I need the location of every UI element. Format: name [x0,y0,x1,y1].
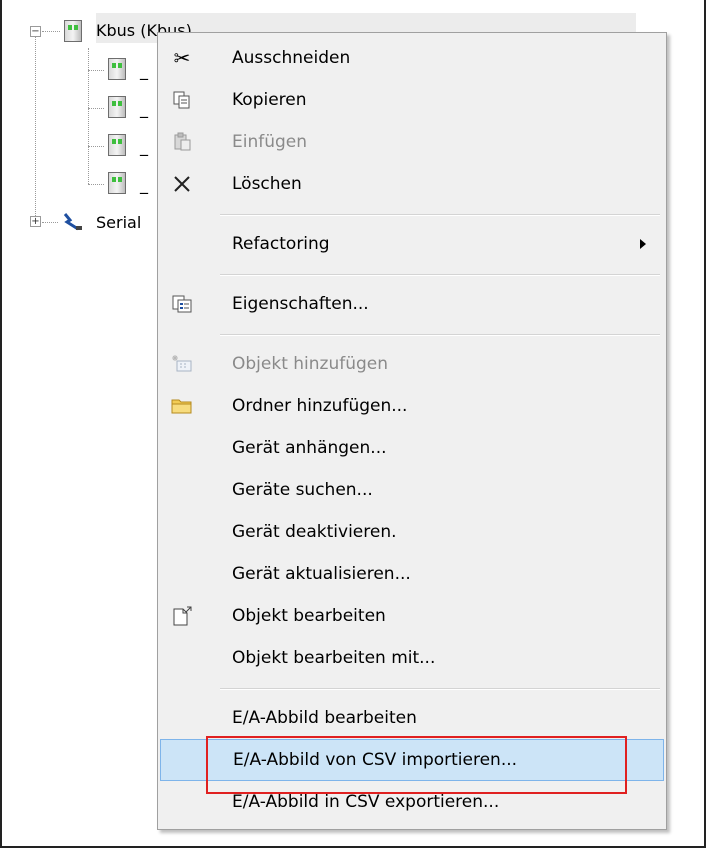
tree-node-label: _ [140,98,148,118]
menu-item-label: Gerät anhängen... [232,438,387,458]
menu-item-add-object[interactable]: Objekt hinzufügen [160,343,664,385]
tree-connector [88,146,104,147]
menu-item-scan-devices[interactable]: Geräte suchen... [160,469,664,511]
add-object-icon [168,350,196,378]
tree-connector [88,48,89,184]
device-icon [108,172,126,194]
menu-item-label: Einfügen [232,132,308,152]
properties-icon [168,290,196,318]
collapse-toggle[interactable]: − [30,26,41,37]
menu-item-label: E/A-Abbild in CSV exportieren... [232,792,500,812]
edit-object-icon [168,602,196,630]
tree-connector [88,108,104,109]
expand-toggle[interactable]: + [30,216,41,227]
tree-node-label: _ [140,60,148,80]
tree-node-child[interactable]: _ [140,54,148,86]
menu-item-delete[interactable]: Löschen [160,163,664,205]
menu-item-label: E/A-Abbild bearbeiten [232,708,417,728]
menu-item-label: Löschen [232,174,302,194]
menu-item-properties[interactable]: Eigenschaften... [160,283,664,325]
menu-item-disable-device[interactable]: Gerät deaktivieren. [160,511,664,553]
tree-node-label: Serial [96,212,142,232]
tree-node-serial[interactable]: Serial [96,206,141,238]
submenu-arrow-icon [640,239,646,249]
highlight-annotation-box [206,736,627,794]
menu-item-edit-io-mapping[interactable]: E/A-Abbild bearbeiten [160,697,664,739]
device-icon [108,96,126,118]
menu-item-paste[interactable]: Einfügen [160,121,664,163]
menu-item-attach-device[interactable]: Gerät anhängen... [160,427,664,469]
menu-item-refactoring[interactable]: Refactoring [160,223,664,265]
tree-connector [42,31,60,32]
menu-item-add-folder[interactable]: Ordner hinzufügen... [160,385,664,427]
menu-item-update-device[interactable]: Gerät aktualisieren... [160,553,664,595]
tree-connector [88,184,104,185]
tree-node-child[interactable]: _ [140,92,148,124]
menu-item-label: Refactoring [232,234,330,254]
context-menu: ✂ Ausschneiden Kopieren Einfügen Löschen… [157,32,667,830]
tree-connector [88,70,104,71]
menu-separator [220,688,660,690]
tree-node-child[interactable]: _ [140,168,148,200]
menu-item-cut[interactable]: ✂ Ausschneiden [160,37,664,79]
tree-node-child[interactable]: _ [140,130,148,162]
menu-item-copy[interactable]: Kopieren [160,79,664,121]
copy-icon [168,86,196,114]
tree-node-label: _ [140,174,148,194]
serial-port-icon [62,210,84,232]
device-icon [64,20,82,42]
tree-node-label: _ [140,136,148,156]
device-icon [108,58,126,80]
menu-separator [220,274,660,276]
menu-item-label: Objekt hinzufügen [232,354,389,374]
menu-item-label: Geräte suchen... [232,480,373,500]
menu-item-label: Objekt bearbeiten mit... [232,648,436,668]
menu-item-edit-object-with[interactable]: Objekt bearbeiten mit... [160,637,664,679]
scissors-icon: ✂ [173,46,191,70]
paste-icon [168,128,196,156]
menu-separator [220,334,660,336]
menu-item-label: Gerät aktualisieren... [232,564,411,584]
menu-item-edit-object[interactable]: Objekt bearbeiten [160,595,664,637]
delete-icon [168,170,196,198]
menu-separator [220,214,660,216]
tree-connector [35,36,36,224]
menu-item-label: Ordner hinzufügen... [232,396,408,416]
menu-item-label: Ausschneiden [232,48,351,68]
menu-item-label: Kopieren [232,90,307,110]
menu-item-label: Objekt bearbeiten [232,606,386,626]
menu-item-label: Eigenschaften... [232,294,369,314]
folder-icon [168,392,196,420]
tree-connector [42,222,58,223]
device-icon [108,134,126,156]
menu-item-label: Gerät deaktivieren. [232,522,397,542]
